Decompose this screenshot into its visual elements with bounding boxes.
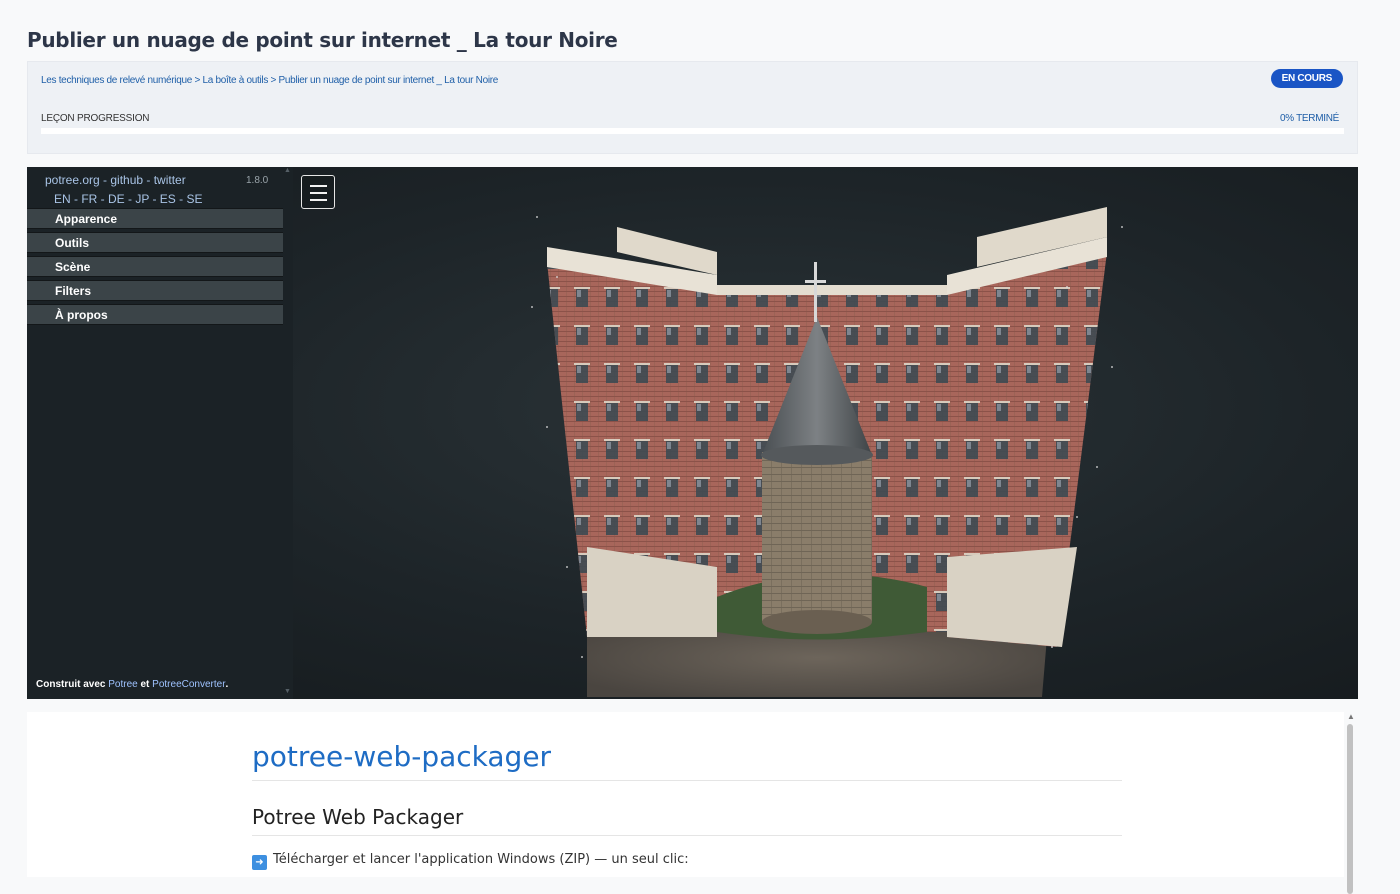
- menu-apparence[interactable]: Apparence: [27, 208, 284, 229]
- language-links[interactable]: EN - FR - DE - JP - ES - SE: [54, 192, 202, 206]
- menu-outils-label: Outils: [55, 236, 90, 250]
- page-title: Publier un nuage de point sur internet _…: [27, 28, 618, 52]
- content-scroll-thumb[interactable]: [1347, 724, 1353, 894]
- sidebar-links[interactable]: potree.org - github - twitter: [45, 173, 186, 187]
- download-paragraph: ➜ Télécharger et lancer l'application Win…: [252, 852, 689, 870]
- potree-viewer[interactable]: potree.org - github - twitter 1.8.0 EN -…: [27, 167, 1358, 699]
- right-arrow-icon: ➜: [252, 855, 267, 870]
- breadcrumb-separator: >: [192, 75, 203, 86]
- progress-label: LEÇON PROGRESSION: [41, 113, 150, 124]
- title-divider: [252, 780, 1122, 781]
- readme-subtitle: Potree Web Packager: [252, 805, 464, 829]
- breadcrumb-separator: >: [268, 75, 279, 86]
- menu-a-propos[interactable]: À propos: [27, 304, 284, 325]
- menu-scene[interactable]: Scène: [27, 256, 284, 277]
- content-scrollbar[interactable]: ▲: [1345, 712, 1355, 894]
- breadcrumb-item-current[interactable]: Publier un nuage de point sur internet _…: [279, 75, 499, 86]
- potreeconverter-link[interactable]: PotreeConverter: [152, 679, 225, 690]
- download-text: Télécharger et lancer l'application Wind…: [273, 852, 689, 867]
- sidebar-scrollbar[interactable]: ▲ ▼: [283, 167, 293, 699]
- footer-mid: et: [137, 679, 153, 690]
- subtitle-divider: [252, 835, 1122, 836]
- readme-title: potree-web-packager: [252, 740, 552, 773]
- sidebar-footer: Construit avec Potree et PotreeConverter…: [36, 679, 228, 690]
- progress-percent: 0% TERMINÉ: [1279, 113, 1339, 124]
- menu-filters[interactable]: Filters: [27, 280, 284, 301]
- lesson-progress-panel: Les techniques de relevé numérique > La …: [27, 61, 1358, 154]
- readme-document: potree-web-packager Potree Web Packager …: [27, 712, 1344, 877]
- progress-bar: [41, 128, 1344, 134]
- menu-apparence-label: Apparence: [55, 212, 118, 226]
- version-label: 1.8.0: [246, 175, 269, 186]
- menu-outils[interactable]: Outils: [27, 232, 284, 253]
- status-badge: EN COURS: [1270, 69, 1343, 88]
- menu-filters-label: Filters: [55, 284, 92, 298]
- potree-sidebar: potree.org - github - twitter 1.8.0 EN -…: [27, 167, 293, 699]
- potree-link[interactable]: Potree: [108, 679, 137, 690]
- breadcrumb-item-techniques[interactable]: Les techniques de relevé numérique: [41, 75, 192, 86]
- hamburger-icon[interactable]: [301, 175, 335, 209]
- footer-prefix: Construit avec: [36, 679, 109, 690]
- breadcrumb-item-boite-outils[interactable]: La boîte à outils: [203, 75, 269, 86]
- content-scroll-up-icon[interactable]: ▲: [1347, 712, 1355, 721]
- scroll-down-arrow-icon[interactable]: ▼: [284, 688, 291, 695]
- footer-suffix: .: [225, 679, 229, 690]
- menu-scene-label: Scène: [55, 260, 91, 274]
- breadcrumb: Les techniques de relevé numérique > La …: [41, 75, 498, 86]
- menu-a-propos-label: À propos: [55, 308, 108, 322]
- scroll-up-arrow-icon[interactable]: ▲: [284, 167, 291, 174]
